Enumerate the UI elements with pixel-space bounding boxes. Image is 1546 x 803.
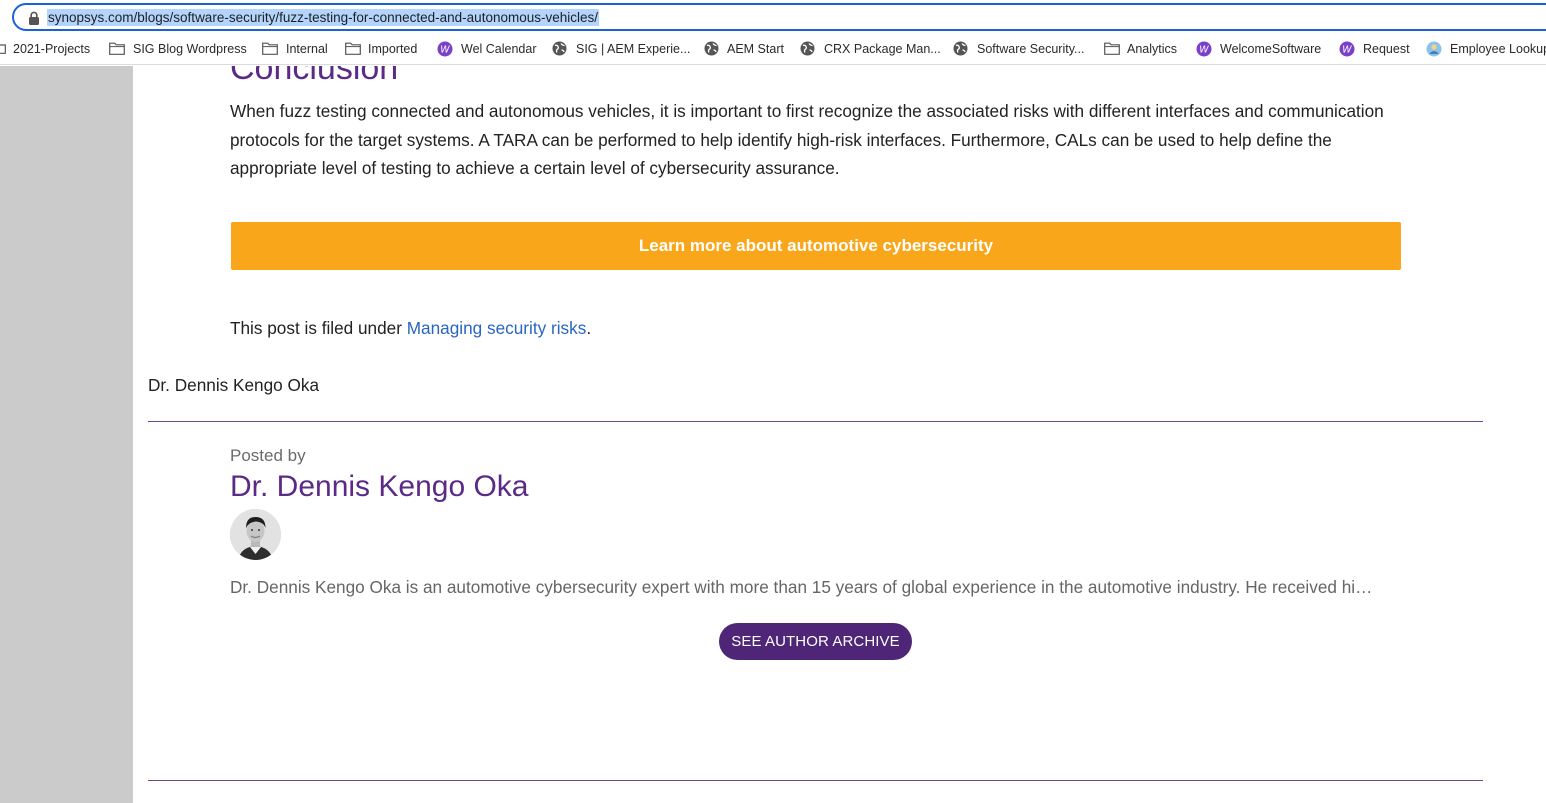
category-link-managing-security-risks[interactable]: Managing security risks [407, 318, 587, 338]
post-category-line: This post is filed under Managing securi… [230, 316, 591, 340]
author-bio: Dr. Dennis Kengo Oka is an automotive cy… [230, 577, 1373, 597]
author-photo [230, 509, 281, 560]
browser-toolbar: synopsys.com/blogs/software-security/fuz… [0, 0, 1546, 34]
author-section-top-divider [148, 421, 1483, 422]
filed-under-period: . [586, 318, 592, 338]
w-logo-icon: W [1339, 41, 1355, 57]
article-content: Conclusion When fuzz testing connected a… [133, 66, 1546, 803]
globe-icon [552, 41, 567, 56]
folder-icon [1104, 42, 1120, 55]
see-author-archive-button[interactable]: SEE AUTHOR ARCHIVE [719, 623, 912, 660]
svg-text:W: W [1199, 45, 1209, 56]
author-name-link[interactable]: Dr. Dennis Kengo Oka [230, 468, 529, 506]
url-text[interactable]: synopsys.com/blogs/software-security/fuz… [47, 9, 599, 26]
lock-icon[interactable] [28, 11, 40, 25]
conclusion-paragraph: When fuzz testing connected and autonomo… [230, 101, 1384, 179]
folder-icon [109, 42, 125, 55]
globe-icon [704, 41, 719, 56]
folder-icon [345, 42, 361, 55]
globe-icon [800, 41, 815, 56]
globe-icon [953, 41, 968, 56]
person-icon [1426, 41, 1442, 57]
bookmarks-bar: 2021-Projects SIG Blog Wordpress Interna… [0, 34, 1546, 65]
folder-icon [262, 42, 278, 55]
w-logo-icon: W [437, 41, 453, 57]
page-left-gutter [0, 66, 133, 803]
author-avatar[interactable] [230, 509, 281, 560]
filed-under-text: This post is filed under [230, 318, 407, 338]
address-bar[interactable]: synopsys.com/blogs/software-security/fuz… [12, 3, 1546, 31]
svg-text:W: W [440, 45, 450, 56]
author-section-bottom-divider [148, 780, 1483, 781]
folder-icon [0, 44, 6, 54]
section-heading: Conclusion [230, 66, 399, 87]
learn-more-automotive-cybersecurity-button[interactable]: Learn more about automotive cybersecurit… [231, 222, 1401, 270]
author-name-plain: Dr. Dennis Kengo Oka [148, 375, 320, 395]
posted-by-label: Posted by [230, 446, 306, 465]
w-logo-icon: W [1196, 41, 1212, 57]
svg-text:W: W [1342, 45, 1352, 56]
